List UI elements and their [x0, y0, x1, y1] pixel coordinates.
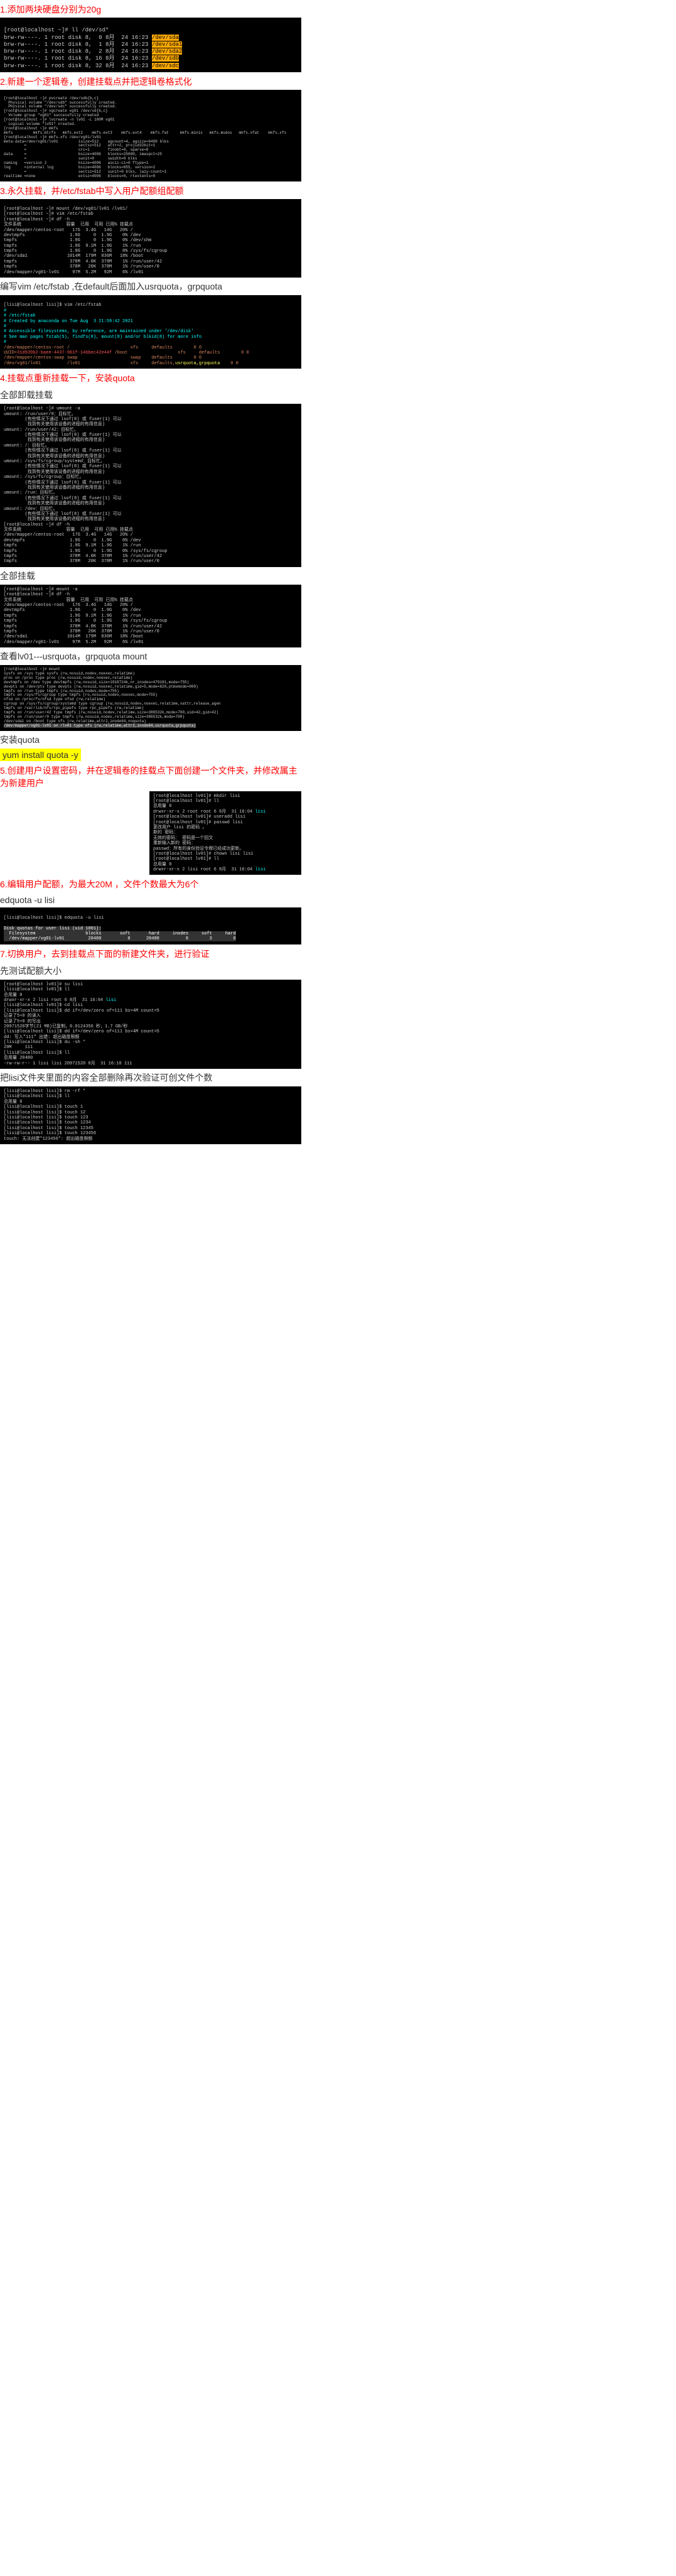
text-4d: 安装quota [0, 731, 301, 749]
l: /dev/sda1 1014M 179M 836M 18% /boot [4, 254, 144, 259]
l: /dev/mapper/centos-root 17G 3.4G 14G 20%… [4, 228, 133, 233]
terminal-3a: [root@localhost ~]# mount /dev/vg01/lv01… [0, 199, 301, 278]
block: [root@localhost ~]# mount -a [root@local… [4, 587, 167, 645]
l: tmpfs 378M 4.0K 378M 1% /run/user/42 [4, 259, 162, 264]
l: UUID= [4, 350, 17, 355]
l: tmpfs 378M 20K 378M 1% /run/user/0 [4, 264, 159, 269]
heading-3: 3.永久挂载，并/etc/fstab中写入用户配额组配额 [0, 181, 301, 199]
l: /dev/vg01/lv01 /lv01 xfs defaults, [4, 361, 175, 366]
l: 文件系统 容量 已用 可用 已用% 挂载点 [4, 222, 133, 227]
dir: lisi [105, 998, 116, 1003]
l: # [4, 324, 6, 329]
l: # Created by anaconda on Tue Aug 3 21:59… [4, 319, 133, 324]
l: [root@localhost ~]# mount /dev/vg01/lv01… [4, 207, 127, 212]
l: tmpfs 1.9G 0 1.9G 0% /sys/fs/cgroup [4, 249, 167, 254]
uuid: 31d939b2-baee-4437-961f-14bbec42e44f [17, 350, 112, 355]
l: [root@localhost ~]# vim /etc/fstab [4, 212, 94, 217]
l: # [4, 340, 6, 345]
dir: lisi [255, 867, 266, 872]
out: brw-rw----. 1 root disk 8, 0 8月 24 16:23 [4, 35, 152, 41]
l: # /etc/fstab [4, 313, 35, 318]
heading-6: 6.编辑用户配额，为最大20M ，文件个数最大为6个 [0, 875, 301, 892]
heading-2: 2.新建一个逻辑卷，创建挂载点并把逻辑卷格式化 [0, 72, 301, 90]
text-3: 编写vim /etc/fstab ,在default后面加入usrquota，g… [0, 278, 301, 295]
block: [root@localhost ~]# mount sysfs on /sys … [4, 667, 221, 723]
dev: /dev/sda2 [152, 48, 183, 55]
dev: /dev/sda1 [152, 41, 183, 48]
l: realtime =none extsz=4096 blocks=0, rtex… [4, 174, 155, 178]
block: [root@localhost lv01]# mkdir lisi [root@… [153, 794, 255, 814]
dev: /dev/sda [152, 35, 179, 41]
terminal-6: [lisi@localhost lisi]$ edquota -u lisi D… [0, 907, 301, 944]
out: brw-rw----. 1 root disk 8, 1 8月 24 16:23 [4, 41, 152, 48]
text-4e-highlight: yum install quota -y [0, 749, 81, 761]
l: /boot xfs defaults 0 0 [112, 350, 249, 355]
l: 0 0 [220, 361, 238, 366]
l: Disk quotas for user lisi (uid 1001): [4, 926, 101, 931]
terminal-3b: [lisi@localhost lisi]$ vim /etc/fstab # … [0, 295, 301, 369]
terminal-4a: [root@localhost ~]# umount -a umount: /r… [0, 404, 301, 567]
l: # [4, 308, 6, 313]
block: [lisi@localhost lv01]$ cd lisi [lisi@loc… [4, 1003, 159, 1066]
terminal-7a: [root@localhost lv01]# su lisi [lisi@loc… [0, 980, 301, 1069]
l: /dev/mapper/centos-swap swap swap defaul… [4, 355, 201, 360]
l: Filesystem blocks soft hard inodes soft … [4, 931, 236, 936]
dev: /dev/sdc [152, 63, 179, 69]
l: # See man pages fstab(5), findfs(8), mou… [4, 335, 201, 340]
l: devtmpfs 1.9G 0 1.9G 0% /dev [4, 233, 141, 238]
text-4a: 全部卸载挂载 [0, 386, 301, 404]
terminal-4c: [root@localhost ~]# mount sysfs on /sys … [0, 665, 301, 730]
l: [lisi@localhost lisi]$ edquota -u lisi [4, 916, 104, 921]
heading-1: 1.添加两块硬盘分别为20g [0, 0, 301, 18]
dir: lisi [255, 809, 266, 814]
l: [lisi@localhost lisi]$ vim /etc/fstab [4, 303, 101, 308]
block: [root@localhost lv01]# su lisi [lisi@loc… [4, 982, 105, 1003]
heading-7: 7.切换用户，去到挂载点下面的新建文件夹，进行验证 [0, 944, 301, 962]
l: /dev/mapper/centos-root / xfs defaults 0… [4, 345, 201, 350]
heading-5: 5.创建用户设置密码，并在逻辑卷的挂载点下面创建一个文件夹，并修改属主为新建用户 [0, 761, 301, 791]
l: # Accessible filesystems, by reference, … [4, 329, 193, 334]
out: brw-rw----. 1 root disk 8, 2 8月 24 16:23 [4, 48, 152, 55]
l: /dev/mapper/vg01-lv01 20480 0 20480 6 3 … [4, 936, 236, 941]
terminal-7b: [lisi@localhost lisi]$ rm -rf * [lisi@lo… [0, 1086, 301, 1144]
terminal-2: [root@localhost ~]# pvcreate /dev/sdb{b,… [0, 90, 301, 181]
l: /dev/mapper/vg01-lv01 97M 5.2M 92M 6% /l… [4, 270, 144, 275]
l: [root@localhost ~]# df -h [4, 217, 70, 222]
heading-4: 4.挂载点重新挂载一下，安装quota [0, 369, 301, 386]
cmd: [root@localhost ~]# ll /dev/sd* [4, 27, 109, 33]
quota-opts: usrquota,grpquota [175, 361, 220, 366]
block: [lisi@localhost lisi]$ rm -rf * [lisi@lo… [4, 1089, 96, 1142]
terminal-4b: [root@localhost ~]# mount -a [root@local… [0, 585, 301, 647]
text-7a: 先测试配额大小 [0, 962, 301, 980]
out: brw-rw----. 1 root disk 8, 32 8月 24 16:2… [4, 63, 152, 69]
highlight-line: /dev/mapper/vg01-lv01 on /lv01 type xfs … [4, 723, 196, 728]
text-7b: 把lisi文件夹里面的内容全部删除再次验证可创文件个数 [0, 1069, 301, 1086]
text-4c: 查看lv01---usrquota，grpquota mount [0, 647, 301, 665]
dev: /dev/sdb [152, 55, 179, 62]
terminal-1: [root@localhost ~]# ll /dev/sd* brw-rw--… [0, 18, 301, 72]
block: [root@localhost lv01]# useradd lisi [roo… [153, 814, 255, 872]
out: brw-rw----. 1 root disk 8, 16 8月 24 16:2… [4, 55, 152, 62]
l: tmpfs 1.9G 9.1M 1.9G 1% /run [4, 244, 141, 249]
l: tmpfs 1.9G 0 1.9G 0% /dev/shm [4, 238, 151, 243]
text-6: edquota -u lisi [0, 892, 301, 907]
terminal-5: [root@localhost lv01]# mkdir lisi [root@… [149, 791, 301, 875]
block: [root@localhost ~]# umount -a umount: /r… [4, 406, 167, 564]
text-4b: 全部挂载 [0, 567, 301, 585]
